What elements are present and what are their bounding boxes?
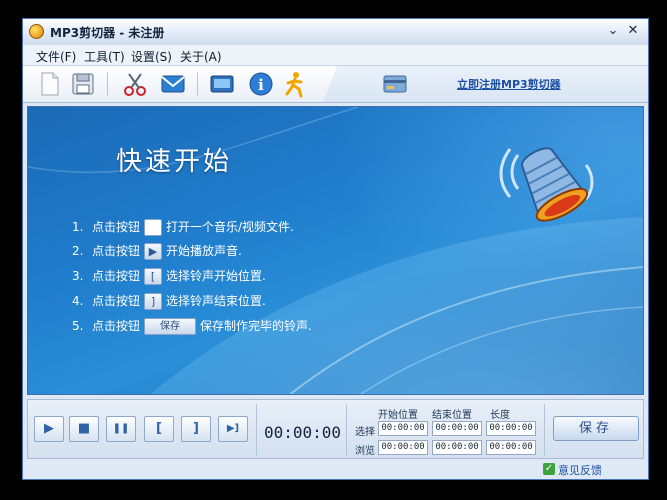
mark-end-button[interactable]: ] — [181, 416, 211, 442]
svg-text:i: i — [258, 76, 264, 94]
step-number: 2. — [72, 244, 84, 258]
time-readout: 00:00:00 — [264, 423, 342, 442]
play-mini-icon: ▶ — [144, 243, 163, 260]
controls-separator — [346, 404, 347, 456]
step-number: 3. — [72, 269, 84, 283]
col-start-label: 开始位置 — [378, 410, 418, 421]
step-5: 5. 点击按钮 保存 保存制作完毕的铃声. — [72, 316, 312, 336]
step-text: 选择铃声结束位置. — [166, 294, 266, 308]
title-bar[interactable]: MP3剪切器 - 未注册 ⌄ ✕ — [23, 19, 648, 46]
open-file-mini-icon — [144, 219, 163, 236]
register-link[interactable]: 立即注册MP3剪切器 — [457, 76, 561, 92]
step-prefix: 点击按钮 — [92, 220, 141, 234]
play-to-end-button[interactable]: ▶] — [218, 416, 248, 442]
step-4: 4. 点击按钮] 选择铃声结束位置. — [72, 291, 266, 311]
step-text: 保存制作完毕的铃声. — [200, 319, 312, 333]
step-text: 选择铃声开始位置. — [166, 269, 266, 283]
step-number: 4. — [72, 294, 84, 308]
step-text: 打开一个音乐/视频文件. — [166, 220, 294, 234]
feedback-link[interactable]: 意见反馈 — [558, 462, 602, 478]
window-title: MP3剪切器 - 未注册 — [50, 26, 165, 40]
email-icon[interactable] — [159, 70, 187, 98]
new-file-icon[interactable] — [35, 70, 63, 98]
browse-length-field[interactable]: 00:00:00 — [486, 440, 536, 455]
menu-about[interactable]: 关于(A) — [180, 48, 222, 65]
mark-end-mini-icon: ] — [144, 293, 163, 310]
screen-icon[interactable] — [208, 70, 236, 98]
row-select-label: 选择 — [355, 427, 375, 438]
minimize-button[interactable]: ⌄ — [605, 23, 621, 39]
app-window: MP3剪切器 - 未注册 ⌄ ✕ 文件(F) 工具(T) 设置(S) 关于(A) — [22, 18, 649, 480]
bell-icon — [499, 147, 594, 222]
browse-start-field[interactable]: 00:00:00 — [378, 440, 428, 455]
select-start-field[interactable]: 00:00:00 — [378, 421, 428, 436]
toolbar-separator — [197, 72, 198, 96]
status-bar: ✓ 意见反馈 — [23, 461, 648, 479]
step-2: 2. 点击按钮 ▶ 开始播放声音. — [72, 241, 242, 261]
controls-separator — [256, 404, 257, 456]
play-button[interactable]: ▶ — [34, 416, 64, 442]
toolbar-separator — [107, 72, 108, 96]
controls-separator — [544, 404, 545, 456]
row-browse-label: 浏览 — [355, 446, 375, 457]
step-prefix: 点击按钮 — [92, 269, 141, 283]
stop-button[interactable]: ■ — [69, 416, 99, 442]
col-end-label: 结束位置 — [432, 410, 472, 421]
mark-start-mini-icon: [ — [144, 268, 163, 285]
card-icon — [383, 75, 407, 93]
info-icon[interactable]: i — [247, 70, 275, 98]
save-disk-icon[interactable] — [69, 70, 97, 98]
browse-end-field[interactable]: 00:00:00 — [432, 440, 482, 455]
step-prefix: 点击按钮 — [92, 294, 141, 308]
toolbar: i 立即注册MP3剪切器 — [23, 66, 648, 103]
step-text: 开始播放声音. — [166, 244, 242, 258]
step-number: 1. — [72, 220, 84, 234]
menu-settings[interactable]: 设置(S) — [131, 48, 172, 65]
scissors-icon[interactable] — [121, 70, 149, 98]
step-prefix: 点击按钮 — [92, 244, 141, 258]
step-1: 1. 点击按钮 打开一个音乐/视频文件. — [72, 217, 294, 237]
step-3: 3. 点击按钮[选择铃声开始位置. — [72, 266, 266, 286]
playback-controls: ▶ ■ ❚❚ [ ] ▶] 00:00:00 开始位置 结束位置 长度 选择 0… — [27, 399, 644, 459]
select-length-field[interactable]: 00:00:00 — [486, 421, 536, 436]
panel-title: 快速开始 — [116, 147, 233, 177]
menu-tools[interactable]: 工具(T) — [84, 48, 125, 65]
col-length-label: 长度 — [490, 410, 510, 421]
select-end-field[interactable]: 00:00:00 — [432, 421, 482, 436]
menu-bar: 文件(F) 工具(T) 设置(S) 关于(A) — [23, 45, 648, 66]
check-icon: ✓ — [543, 463, 555, 475]
running-man-icon[interactable] — [281, 70, 309, 98]
app-icon — [29, 24, 44, 39]
save-mini-button: 保存 — [144, 318, 197, 335]
close-button[interactable]: ✕ — [625, 23, 641, 39]
step-prefix: 点击按钮 — [92, 319, 141, 333]
mark-start-button[interactable]: [ — [144, 416, 174, 442]
menu-file[interactable]: 文件(F) — [36, 48, 76, 65]
save-button[interactable]: 保存 — [553, 416, 639, 441]
pause-button[interactable]: ❚❚ — [106, 416, 136, 442]
quick-start-panel: 快速开始 1. 点击按钮 打开一个音乐/视频文件. 2. 点击按钮 ▶ 开始播放声音. 3… — [27, 106, 644, 395]
step-number: 5. — [72, 319, 84, 333]
